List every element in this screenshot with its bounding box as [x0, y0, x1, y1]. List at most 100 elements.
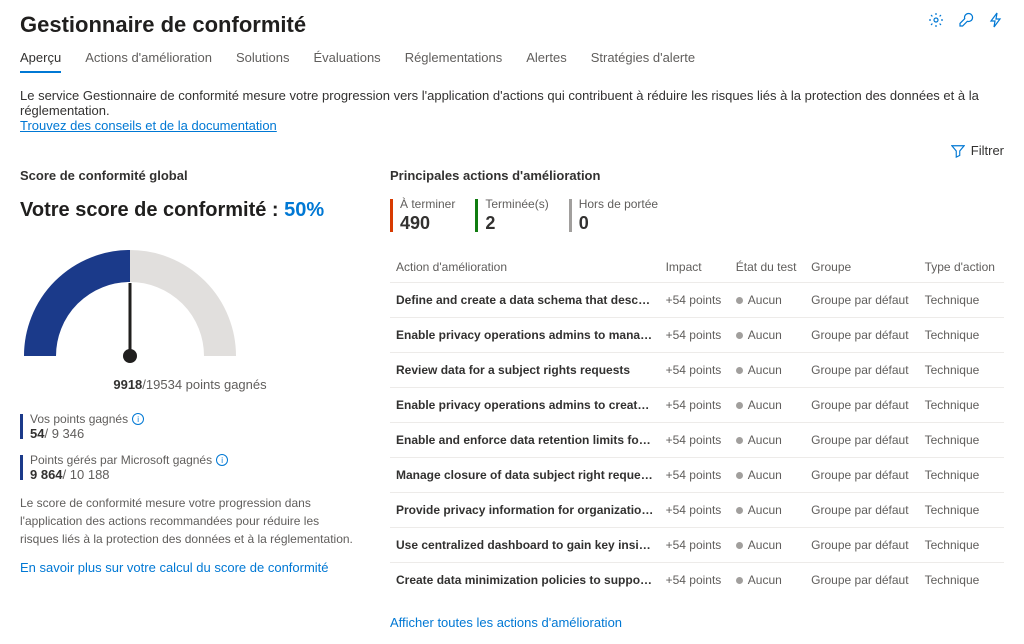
table-row[interactable]: Use centralized dashboard to gain key in…	[390, 528, 1004, 563]
action-status: Aucun	[730, 283, 805, 318]
gauge-caption: 9918/19534 points gagnés	[20, 377, 360, 392]
action-type: Technique	[919, 528, 1004, 563]
action-group: Groupe par défaut	[805, 423, 918, 458]
status-dot-icon	[736, 577, 743, 584]
action-name[interactable]: Provide privacy information for organiza…	[390, 493, 660, 528]
filter-label: Filtrer	[971, 143, 1004, 158]
table-row[interactable]: Create data minimization policies to sup…	[390, 563, 1004, 598]
column-header[interactable]: Type d'action	[919, 252, 1004, 283]
action-status: Aucun	[730, 423, 805, 458]
kpi-row: À terminer 490 Terminée(s)2 Hors de portée0	[390, 197, 1004, 234]
kpi-value: 0	[579, 213, 658, 234]
action-group: Groupe par défaut	[805, 318, 918, 353]
ms-points-total: / 10 188	[63, 467, 110, 482]
tab-bar: Aperçu Actions d'amélioration Solutions Éva…	[20, 50, 1004, 74]
column-header[interactable]: Groupe	[805, 252, 918, 283]
action-impact: +54 points	[660, 283, 730, 318]
table-row[interactable]: Enable and enforce data retention limits…	[390, 423, 1004, 458]
wrench-icon[interactable]	[958, 12, 974, 28]
points-earned: 9918	[113, 377, 142, 392]
score-prefix: Votre score de conformité :	[20, 199, 284, 221]
status-dot-icon	[736, 507, 743, 514]
status-dot-icon	[736, 332, 743, 339]
filter-button[interactable]: Filtrer	[951, 143, 1004, 158]
tab--valuations[interactable]: Évaluations	[313, 50, 380, 73]
action-type: Technique	[919, 458, 1004, 493]
intro-link[interactable]: Trouvez des conseils et de la documentat…	[20, 118, 277, 133]
tab-solutions[interactable]: Solutions	[236, 50, 289, 73]
action-name[interactable]: Use centralized dashboard to gain key in…	[390, 528, 660, 563]
table-row[interactable]: Enable privacy operations admins to crea…	[390, 388, 1004, 423]
action-group: Groupe par défaut	[805, 388, 918, 423]
table-row[interactable]: Manage closure of data subject right req…	[390, 458, 1004, 493]
kpi-gray: Hors de portée0	[569, 197, 658, 234]
action-name[interactable]: Enable privacy operations admins to crea…	[390, 388, 660, 423]
score-heading: Votre score de conformité : 50%	[20, 197, 360, 223]
lightning-icon[interactable]	[988, 12, 1004, 28]
action-type: Technique	[919, 283, 1004, 318]
actions-section-title: Principales actions d'amélioration	[390, 168, 1004, 183]
status-dot-icon	[736, 402, 743, 409]
score-description: Le score de conformité mesure votre prog…	[20, 494, 360, 548]
your-points-value: 54	[30, 426, 44, 441]
action-status: Aucun	[730, 458, 805, 493]
action-impact: +54 points	[660, 318, 730, 353]
actions-table: Action d'améliorationImpactÉtat du testG…	[390, 252, 1004, 597]
intro-text: Le service Gestionnaire de conformité me…	[20, 88, 1004, 133]
action-name[interactable]: Manage closure of data subject right req…	[390, 458, 660, 493]
points-total: 19534	[146, 377, 182, 392]
info-icon[interactable]: i	[216, 454, 228, 466]
action-name[interactable]: Create data minimization policies to sup…	[390, 563, 660, 598]
action-status: Aucun	[730, 493, 805, 528]
ms-points-value: 9 864	[30, 467, 63, 482]
action-impact: +54 points	[660, 423, 730, 458]
info-icon[interactable]: i	[132, 413, 144, 425]
tab-alertes[interactable]: Alertes	[526, 50, 566, 73]
action-group: Groupe par défaut	[805, 563, 918, 598]
table-row[interactable]: Review data for a subject rights request…	[390, 353, 1004, 388]
kpi-label: Terminée(s)	[485, 197, 548, 211]
column-header[interactable]: Impact	[660, 252, 730, 283]
points-suffix: points gagnés	[182, 377, 267, 392]
table-row[interactable]: Define and create a data schema that des…	[390, 283, 1004, 318]
action-name[interactable]: Enable and enforce data retention limits…	[390, 423, 660, 458]
left-panel: Score de conformité global Votre score d…	[20, 168, 360, 630]
right-panel: Principales actions d'amélioration À ter…	[390, 168, 1004, 630]
tab-actions-d-am-lioration[interactable]: Actions d'amélioration	[85, 50, 212, 73]
kpi-green: Terminée(s)2	[475, 197, 548, 234]
action-status: Aucun	[730, 318, 805, 353]
action-group: Groupe par défaut	[805, 458, 918, 493]
action-status: Aucun	[730, 388, 805, 423]
gear-icon[interactable]	[928, 12, 944, 28]
your-points-total: / 9 346	[44, 426, 84, 441]
action-name[interactable]: Review data for a subject rights request…	[390, 353, 660, 388]
action-status: Aucun	[730, 563, 805, 598]
action-group: Groupe par défaut	[805, 283, 918, 318]
tab-strat-gies-d-alerte[interactable]: Stratégies d'alerte	[591, 50, 695, 73]
learn-more-link[interactable]: En savoir plus sur votre calcul du score…	[20, 560, 360, 575]
tab-aper-u[interactable]: Aperçu	[20, 50, 61, 73]
tab-r-glementations[interactable]: Réglementations	[405, 50, 503, 73]
action-name[interactable]: Enable privacy operations admins to mana…	[390, 318, 660, 353]
table-row[interactable]: Enable privacy operations admins to mana…	[390, 318, 1004, 353]
table-row[interactable]: Provide privacy information for organiza…	[390, 493, 1004, 528]
action-group: Groupe par défaut	[805, 353, 918, 388]
score-gauge	[20, 241, 360, 371]
action-type: Technique	[919, 423, 1004, 458]
view-all-actions-link[interactable]: Afficher toutes les actions d'améliorati…	[390, 615, 1004, 630]
your-points-label: Vos points gagnés	[30, 412, 128, 426]
score-percent: 50%	[284, 199, 324, 221]
action-type: Technique	[919, 563, 1004, 598]
kpi-orange: À terminer 490	[390, 197, 455, 234]
action-type: Technique	[919, 353, 1004, 388]
kpi-label: À terminer	[400, 197, 455, 211]
column-header[interactable]: État du test	[730, 252, 805, 283]
action-type: Technique	[919, 318, 1004, 353]
your-points-row: Vos points gagnés i 54/ 9 346	[20, 412, 360, 441]
action-name[interactable]: Define and create a data schema that des…	[390, 283, 660, 318]
column-header[interactable]: Action d'amélioration	[390, 252, 660, 283]
action-type: Technique	[919, 388, 1004, 423]
kpi-value: 490	[400, 213, 455, 234]
status-dot-icon	[736, 437, 743, 444]
ms-points-label: Points gérés par Microsoft gagnés	[30, 453, 212, 467]
